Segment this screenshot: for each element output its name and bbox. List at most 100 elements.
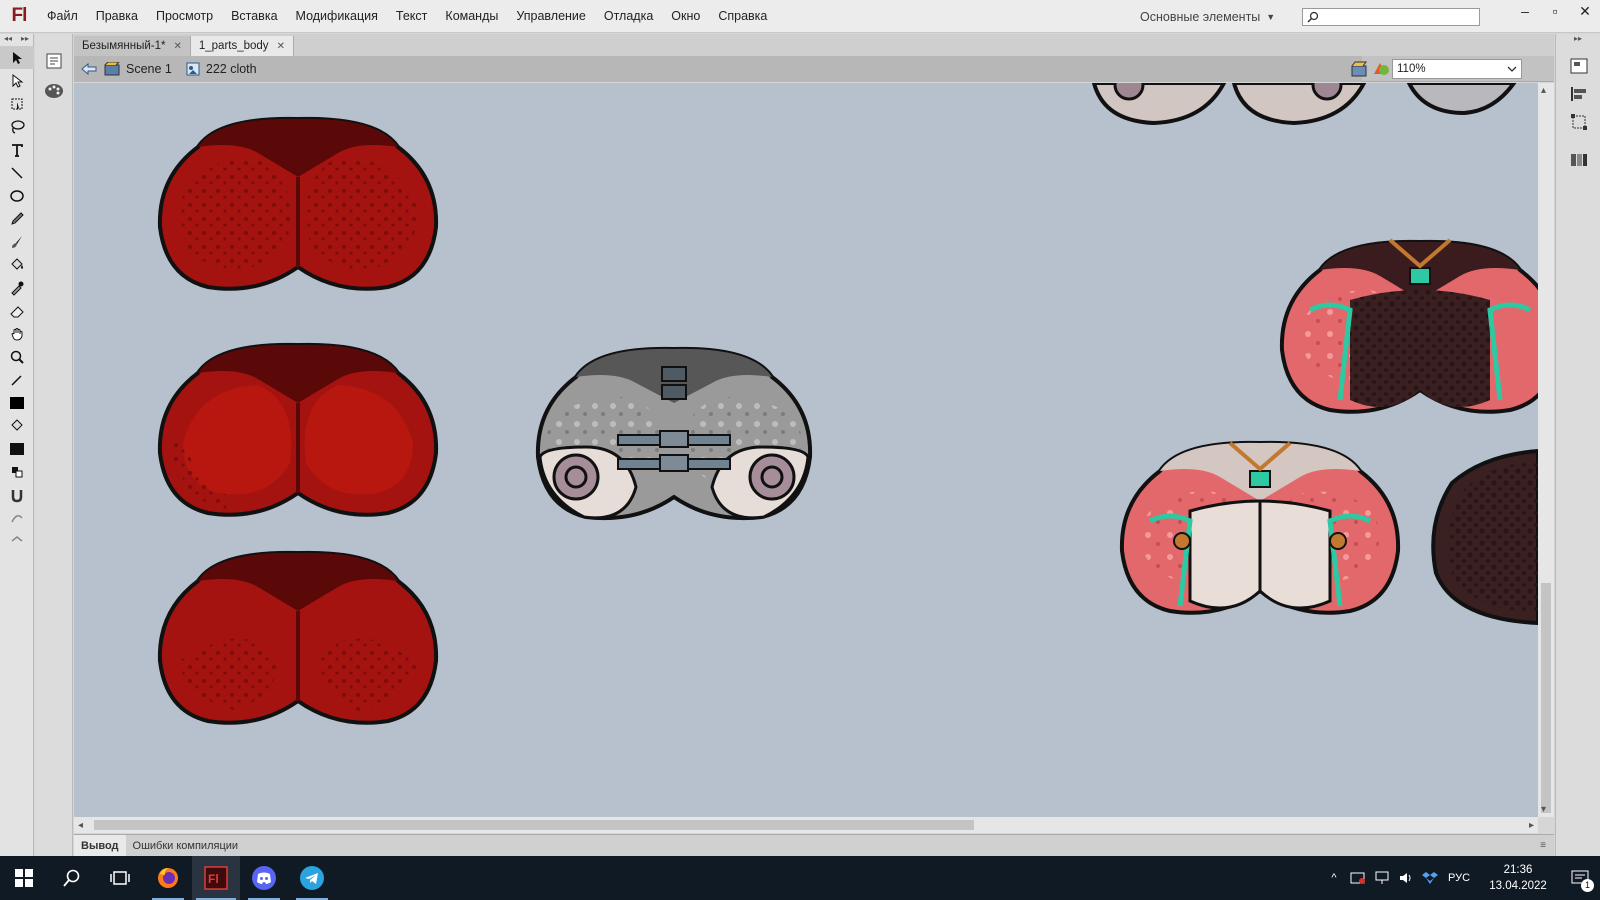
edit-symbols-icon[interactable] (1372, 60, 1392, 78)
chevron-right-icon[interactable]: ▸ (1529, 820, 1534, 831)
movie-clip-icon (186, 62, 200, 75)
transform-icon[interactable] (1556, 108, 1600, 136)
library-icon[interactable] (1556, 52, 1600, 80)
menu-file[interactable]: Файл (38, 0, 87, 33)
tab-output[interactable]: Вывод (74, 834, 126, 857)
stage-canvas[interactable] (74, 83, 1538, 817)
tab-compiler-errors[interactable]: Ошибки компиляции (126, 835, 246, 857)
menu-control[interactable]: Управление (507, 0, 595, 33)
pink-armor-sprite-bottom[interactable] (1119, 440, 1401, 615)
telegram-icon[interactable] (288, 856, 336, 900)
close-icon[interactable]: ✕ (1570, 0, 1600, 22)
line-tool[interactable] (0, 161, 34, 184)
components-icon[interactable] (1556, 146, 1600, 174)
eraser-tool[interactable] (0, 299, 34, 322)
snap-tool[interactable] (0, 483, 34, 506)
panel-menu-icon[interactable]: ≡ (1540, 840, 1546, 851)
search-icon[interactable] (48, 856, 96, 900)
top-partial-sprites[interactable] (1091, 83, 1517, 126)
crumb-symbol[interactable]: 222 cloth (186, 62, 257, 76)
fill-color[interactable] (0, 414, 34, 437)
zoom-select[interactable]: 110% (1392, 59, 1522, 79)
red-sprite-2[interactable] (157, 342, 439, 517)
crumb-scene[interactable]: Scene 1 (104, 61, 172, 76)
task-view-icon[interactable] (96, 856, 144, 900)
menu-view[interactable]: Просмотр (147, 0, 222, 33)
free-transform-tool[interactable] (0, 92, 34, 115)
smooth-tool[interactable] (0, 506, 34, 529)
panel-grip[interactable] (35, 34, 72, 46)
oval-tool[interactable] (0, 184, 34, 207)
notifications-icon[interactable]: 1 (1560, 856, 1600, 900)
edit-scene-icon[interactable] (1350, 60, 1370, 78)
red-sprite-1[interactable] (157, 116, 439, 291)
menu-help[interactable]: Справка (709, 0, 776, 33)
menu-text[interactable]: Текст (387, 0, 436, 33)
security-icon[interactable] (1346, 856, 1370, 900)
breadcrumb: Scene 1 222 cloth (74, 55, 1362, 82)
menu-insert[interactable]: Вставка (222, 0, 286, 33)
volume-icon[interactable] (1394, 856, 1418, 900)
hand-tool[interactable] (0, 322, 34, 345)
text-tool[interactable] (0, 138, 34, 161)
tab-untitled[interactable]: Безымянный-1* ✕ (74, 36, 191, 56)
panel-grip[interactable]: ▸▸ (1556, 34, 1600, 52)
subselection-tool[interactable] (0, 69, 34, 92)
tools-panel-header[interactable]: ◂◂ ▸▸ (0, 34, 33, 46)
brush-tool[interactable] (0, 230, 34, 253)
color-palette-icon[interactable] (35, 76, 73, 106)
chevron-up-icon[interactable]: ^ (1322, 856, 1346, 900)
straighten-tool[interactable] (0, 529, 34, 552)
discord-icon[interactable] (240, 856, 288, 900)
menu-modify[interactable]: Модификация (287, 0, 387, 33)
tab-parts-body[interactable]: 1_parts_body ✕ (190, 36, 294, 56)
menu-commands[interactable]: Команды (436, 0, 507, 33)
lasso-tool[interactable] (0, 115, 34, 138)
back-arrow-icon[interactable] (80, 61, 98, 77)
chevron-down-icon[interactable]: ▾ (1541, 804, 1546, 815)
dark-sprite-partial[interactable] (1431, 448, 1538, 626)
properties-icon[interactable] (35, 46, 73, 76)
flash-app-icon[interactable]: Fl (192, 856, 240, 900)
menu-edit[interactable]: Правка (87, 0, 147, 33)
output-panel-tabs: Вывод Ошибки компиляции ≡ (74, 834, 1554, 857)
language-indicator[interactable]: РУС (1442, 856, 1476, 900)
search-input[interactable] (1302, 8, 1480, 26)
horizontal-scrollbar[interactable]: ◂ ▸ (74, 817, 1538, 833)
stroke-color[interactable] (0, 368, 34, 391)
align-icon[interactable] (1556, 80, 1600, 108)
network-icon[interactable] (1370, 856, 1394, 900)
clock[interactable]: 21:36 13.04.2022 (1476, 862, 1560, 894)
red-sprite-3[interactable] (157, 550, 439, 725)
windows-start-icon[interactable] (0, 856, 48, 900)
pink-armor-sprite-top[interactable] (1279, 238, 1538, 414)
selection-tool[interactable] (0, 46, 34, 69)
scroll-thumb[interactable] (1541, 583, 1551, 813)
pencil-tool[interactable] (0, 207, 34, 230)
chevron-up-icon[interactable]: ▴ (1541, 85, 1546, 96)
chevron-left-icon[interactable]: ◂ (78, 820, 83, 831)
vertical-scrollbar[interactable]: ▴ ▾ (1538, 83, 1554, 817)
fill-color-swatch[interactable] (0, 437, 34, 460)
close-icon[interactable]: ✕ (277, 41, 285, 52)
workspace-label: Основные элементы (1140, 9, 1261, 24)
firefox-icon[interactable] (144, 856, 192, 900)
workspace-switcher[interactable]: Основные элементы ▼ (1140, 0, 1275, 33)
gray-armor-sprite[interactable] (535, 346, 813, 521)
tab-label: 1_parts_body (198, 40, 269, 52)
maximize-icon[interactable]: ▫ (1540, 0, 1570, 22)
paint-bucket-tool[interactable] (0, 253, 34, 276)
zoom-tool[interactable] (0, 345, 34, 368)
close-icon[interactable]: ✕ (173, 41, 181, 52)
dropbox-icon[interactable] (1418, 856, 1442, 900)
menu-debug[interactable]: Отладка (595, 0, 662, 33)
stroke-color-swatch[interactable] (0, 391, 34, 414)
chevron-down-icon: ▼ (1266, 11, 1276, 22)
eyedropper-tool[interactable] (0, 276, 34, 299)
menu-bar: Fl Файл Правка Просмотр Вставка Модифика… (0, 0, 1600, 33)
scroll-thumb[interactable] (94, 820, 974, 830)
minimize-icon[interactable]: – (1510, 0, 1540, 22)
swap-colors[interactable] (0, 460, 34, 483)
taskbar: Fl ^ РУС 21:36 13.04.2022 1 (0, 856, 1600, 900)
menu-window[interactable]: Окно (662, 0, 709, 33)
